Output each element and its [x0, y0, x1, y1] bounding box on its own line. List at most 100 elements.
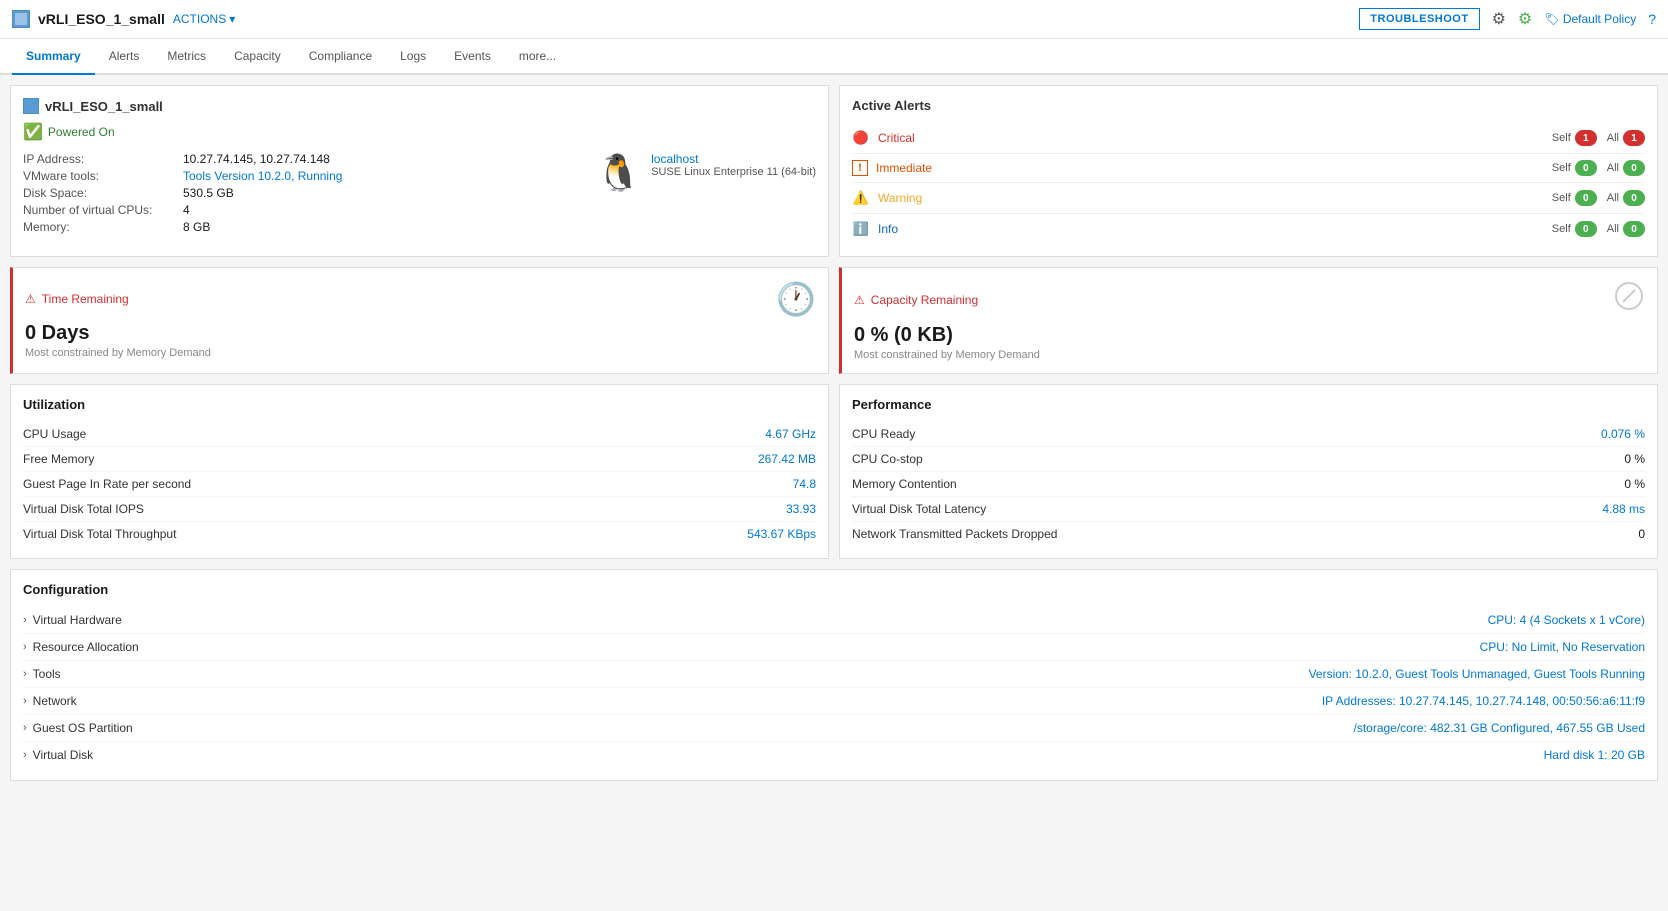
memory-value: 8 GB: [183, 220, 210, 234]
os-name: SUSE Linux Enterprise 11 (64-bit): [651, 166, 816, 178]
tab-compliance[interactable]: Compliance: [295, 39, 386, 75]
immediate-alert-icon: !: [852, 160, 868, 176]
page-in-rate-label: Guest Page In Rate per second: [23, 477, 191, 491]
vm-info-grid: IP Address: 10.27.74.145, 10.27.74.148 V…: [23, 152, 816, 237]
virtual-disk-row[interactable]: › Virtual Disk Hard disk 1: 20 GB: [23, 742, 1645, 768]
chevron-right-icon-2: ›: [23, 641, 27, 653]
vmware-tools-row: VMware tools: Tools Version 10.2.0, Runn…: [23, 169, 536, 183]
vm-os-section: 🐧 localhost SUSE Linux Enterprise 11 (64…: [596, 152, 816, 237]
info-all-badge: 0: [1623, 221, 1645, 237]
alert-row-info: ℹ️ Info Self 0 All 0: [852, 214, 1645, 244]
warning-self-badge: 0: [1575, 190, 1597, 206]
immediate-alert-counts: Self 0 All 0: [1552, 160, 1645, 176]
guest-os-partition-row[interactable]: › Guest OS Partition /storage/core: 482.…: [23, 715, 1645, 742]
ip-row: IP Address: 10.27.74.145, 10.27.74.148: [23, 152, 536, 166]
memory-row: Memory: 8 GB: [23, 220, 536, 234]
configuration-card: Configuration › Virtual Hardware CPU: 4 …: [10, 569, 1658, 781]
disk-space-row: Disk Space: 530.5 GB: [23, 186, 536, 200]
settings-icon-2[interactable]: ⚙: [1518, 9, 1532, 29]
disk-space-label: Disk Space:: [23, 186, 183, 200]
capacity-remaining-card: ⚠ Capacity Remaining 0 % (0 KB) Most con…: [839, 267, 1658, 374]
warning-self-count: Self 0: [1552, 190, 1597, 206]
cpu-ready-label: CPU Ready: [852, 427, 915, 441]
disk-latency-row: Virtual Disk Total Latency 4.88 ms: [852, 497, 1645, 522]
actions-button[interactable]: ACTIONS ▾: [173, 12, 235, 26]
tab-summary[interactable]: Summary: [12, 39, 95, 75]
linux-icon: 🐧: [596, 152, 641, 194]
tab-metrics[interactable]: Metrics: [153, 39, 220, 75]
main-content: vRLI_ESO_1_small ✅ Powered On IP Address…: [0, 75, 1668, 791]
tab-capacity[interactable]: Capacity: [220, 39, 295, 75]
page-in-rate-value: 74.8: [793, 477, 816, 491]
header-left: vRLI_ESO_1_small ACTIONS ▾: [12, 10, 235, 28]
vm-card-title: vRLI_ESO_1_small: [45, 99, 163, 114]
critical-alert-icon: 🔴: [852, 129, 870, 147]
disk-latency-label: Virtual Disk Total Latency: [852, 502, 986, 516]
configuration-title: Configuration: [23, 582, 1645, 597]
header-right: TROUBLESHOOT ⚙ ⚙ 🏷 Default Policy ?: [1359, 8, 1656, 30]
tab-alerts[interactable]: Alerts: [95, 39, 154, 75]
cpu-count-row: Number of virtual CPUs: 4: [23, 203, 536, 217]
disk-space-value: 530.5 GB: [183, 186, 234, 200]
resource-allocation-row[interactable]: › Resource Allocation CPU: No Limit, No …: [23, 634, 1645, 661]
free-memory-row: Free Memory 267.42 MB: [23, 447, 816, 472]
capacity-remaining-label: Capacity Remaining: [871, 293, 978, 307]
chevron-right-icon: ›: [23, 614, 27, 626]
cpu-count-label: Number of virtual CPUs:: [23, 203, 183, 217]
time-remaining-value: 0 Days: [25, 322, 816, 345]
virtual-hardware-value: CPU: 4 (4 Sockets x 1 vCore): [1488, 613, 1645, 627]
header: vRLI_ESO_1_small ACTIONS ▾ TROUBLESHOOT …: [0, 0, 1668, 39]
page-in-rate-row: Guest Page In Rate per second 74.8: [23, 472, 816, 497]
critical-self-badge: 1: [1575, 130, 1597, 146]
clock-icon: 🕐: [776, 280, 816, 318]
tab-events[interactable]: Events: [440, 39, 505, 75]
policy-link[interactable]: 🏷 Default Policy: [1544, 12, 1636, 26]
active-alerts-card: Active Alerts 🔴 Critical Self 1 All 1 ! …: [839, 85, 1658, 257]
disk-iops-row: Virtual Disk Total IOPS 33.93: [23, 497, 816, 522]
resource-allocation-left: › Resource Allocation: [23, 640, 139, 654]
guest-os-partition-value: /storage/core: 482.31 GB Configured, 467…: [1353, 721, 1645, 735]
os-hostname[interactable]: localhost: [651, 152, 816, 166]
info-self-count: Self 0: [1552, 221, 1597, 237]
immediate-alert-name[interactable]: Immediate: [876, 161, 1552, 175]
info-alert-name[interactable]: Info: [878, 222, 1552, 236]
cpu-ready-row: CPU Ready 0.076 %: [852, 422, 1645, 447]
immediate-all-badge: 0: [1623, 160, 1645, 176]
vm-info-header: vRLI_ESO_1_small: [23, 98, 816, 114]
memory-contention-value: 0 %: [1624, 477, 1645, 491]
warning-alert-counts: Self 0 All 0: [1552, 190, 1645, 206]
tab-logs[interactable]: Logs: [386, 39, 440, 75]
time-remaining-label: Time Remaining: [42, 292, 129, 306]
performance-card: Performance CPU Ready 0.076 % CPU Co-sto…: [839, 384, 1658, 559]
chevron-right-icon-5: ›: [23, 722, 27, 734]
tools-row[interactable]: › Tools Version: 10.2.0, Guest Tools Unm…: [23, 661, 1645, 688]
memory-contention-row: Memory Contention 0 %: [852, 472, 1645, 497]
virtual-disk-left: › Virtual Disk: [23, 748, 93, 762]
vmware-tools-value[interactable]: Tools Version 10.2.0, Running: [183, 169, 342, 183]
virtual-disk-value: Hard disk 1: 20 GB: [1544, 748, 1645, 762]
virtual-hardware-label: Virtual Hardware: [33, 613, 122, 627]
disk-throughput-value: 543.67 KBps: [747, 527, 816, 541]
cpu-usage-value: 4.67 GHz: [765, 427, 816, 441]
tab-more[interactable]: more...: [505, 39, 570, 75]
chevron-down-icon: ▾: [229, 12, 235, 26]
help-icon[interactable]: ?: [1648, 11, 1656, 27]
warning-alert-name[interactable]: Warning: [878, 191, 1552, 205]
settings-icon-1[interactable]: ⚙: [1492, 9, 1506, 29]
info-alert-counts: Self 0 All 0: [1552, 221, 1645, 237]
capacity-remaining-header: ⚠ Capacity Remaining: [854, 280, 1645, 320]
critical-alert-name[interactable]: Critical: [878, 131, 1552, 145]
time-remaining-card: ⚠ Time Remaining 🕐 0 Days Most constrain…: [10, 267, 829, 374]
guest-os-partition-label: Guest OS Partition: [33, 721, 133, 735]
time-warning-icon: ⚠: [25, 292, 36, 306]
disk-throughput-label: Virtual Disk Total Throughput: [23, 527, 176, 541]
network-packets-label: Network Transmitted Packets Dropped: [852, 527, 1057, 541]
network-row[interactable]: › Network IP Addresses: 10.27.74.145, 10…: [23, 688, 1645, 715]
cpu-usage-label: CPU Usage: [23, 427, 86, 441]
disk-iops-label: Virtual Disk Total IOPS: [23, 502, 144, 516]
virtual-hardware-row[interactable]: › Virtual Hardware CPU: 4 (4 Sockets x 1…: [23, 607, 1645, 634]
critical-alert-counts: Self 1 All 1: [1552, 130, 1645, 146]
ip-value: 10.27.74.145, 10.27.74.148: [183, 152, 330, 166]
troubleshoot-button[interactable]: TROUBLESHOOT: [1359, 8, 1479, 30]
alert-row-warning: ⚠️ Warning Self 0 All 0: [852, 183, 1645, 214]
